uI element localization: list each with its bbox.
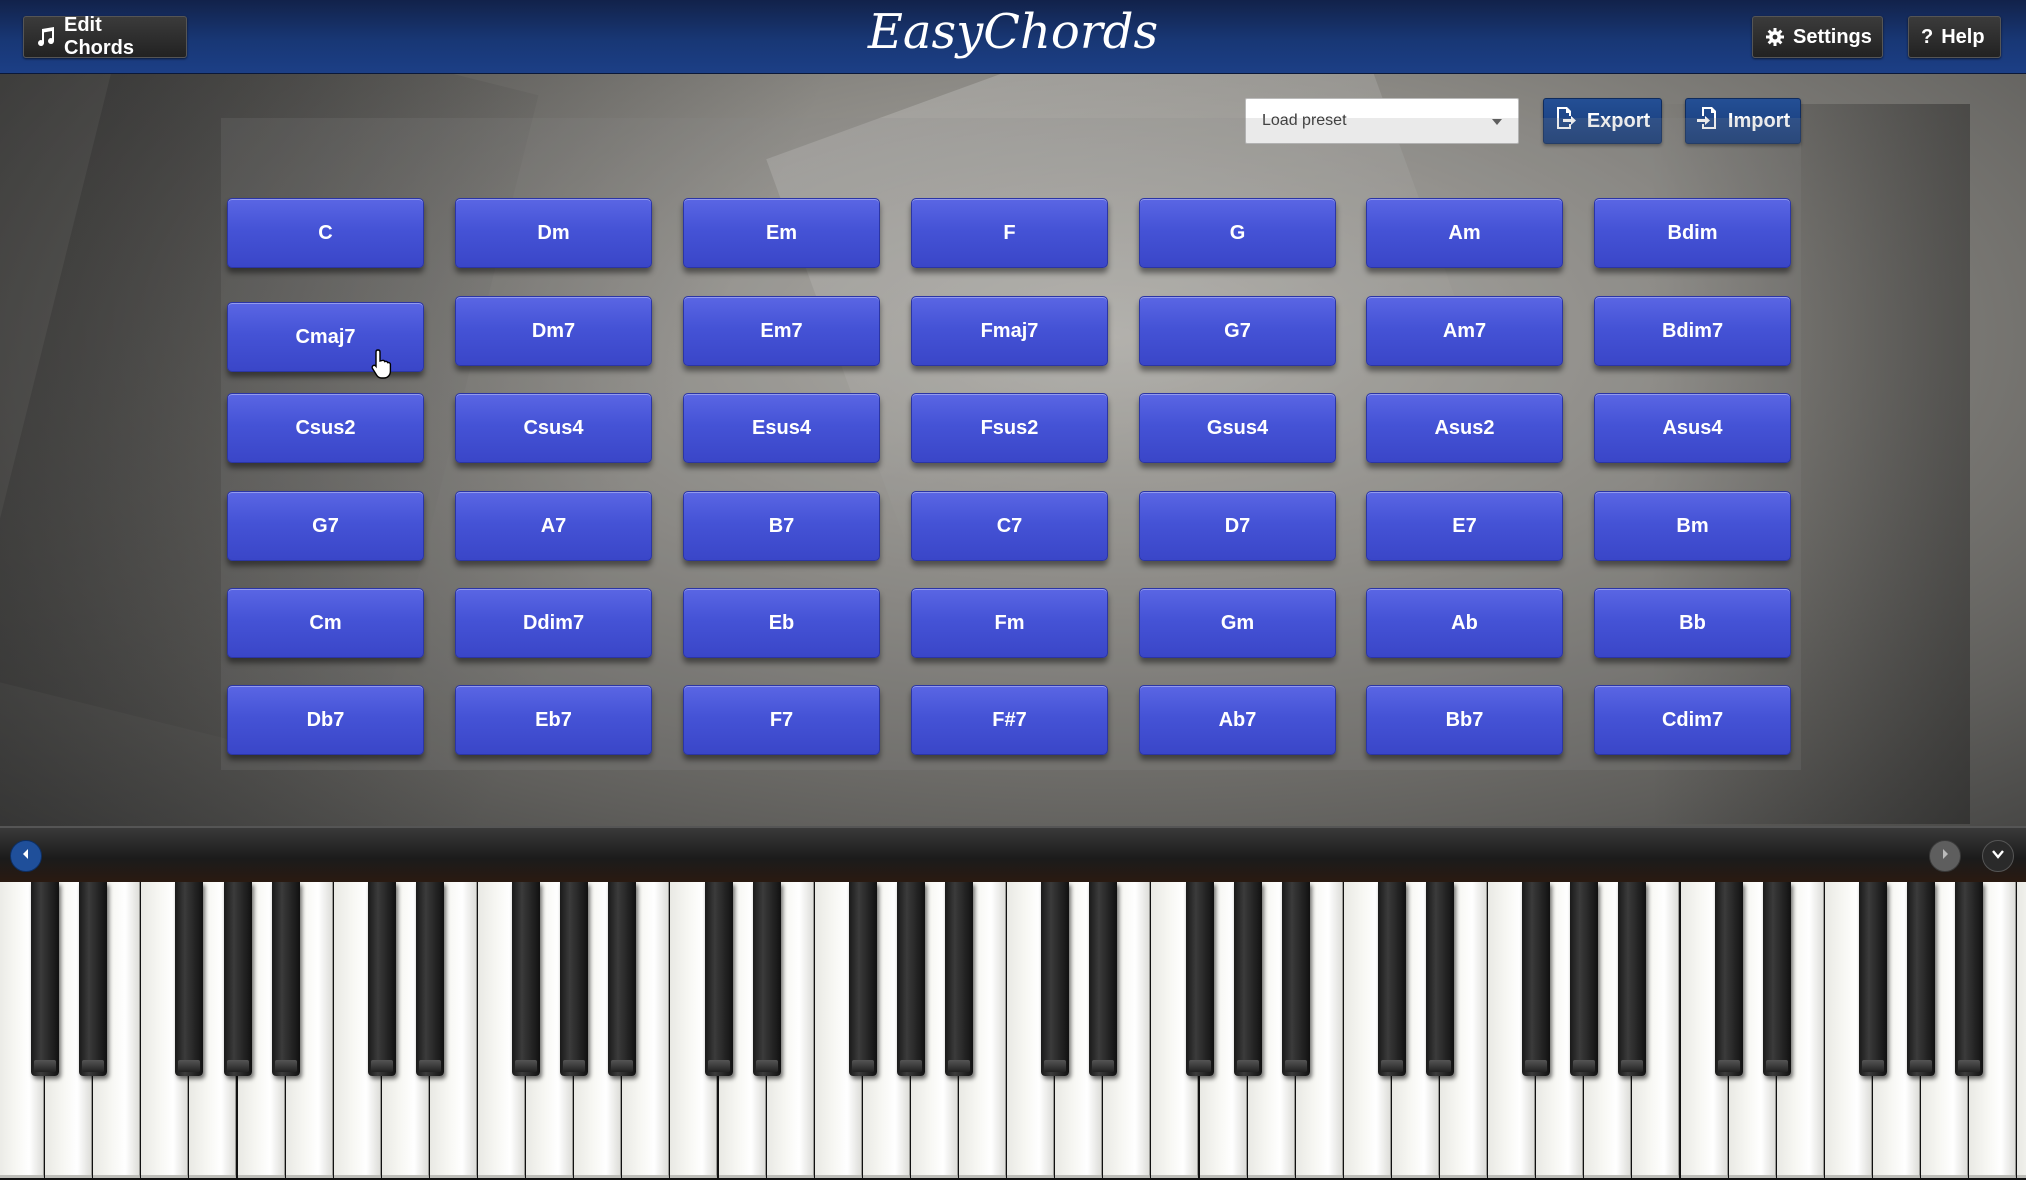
app-header: Edit Chords EasyChords Settings ? Help — [0, 0, 2026, 74]
chord-button[interactable]: G — [1139, 198, 1336, 268]
chord-button[interactable]: Ab — [1366, 588, 1563, 658]
piano-black-key[interactable] — [224, 882, 252, 1076]
piano-control-bar — [0, 826, 2026, 884]
chord-button[interactable]: B7 — [683, 491, 880, 561]
settings-button[interactable]: Settings — [1752, 16, 1883, 58]
piano-black-key[interactable] — [1955, 882, 1983, 1076]
app-title: EasyChords — [867, 4, 1159, 60]
piano-black-key[interactable] — [705, 882, 733, 1076]
help-label: Help — [1941, 25, 1985, 48]
chord-button[interactable]: Csus2 — [227, 393, 424, 463]
chord-grid: C Dm Em F G Am Bdim Cmaj7 Dm7 Em7 Fmaj7 G7 Am7 Bdim7 C… — [221, 118, 1801, 770]
piano-black-key[interactable] — [1186, 882, 1214, 1076]
settings-label: Settings — [1793, 25, 1872, 48]
chord-button[interactable]: C — [227, 198, 424, 268]
piano-black-key[interactable] — [1041, 882, 1069, 1076]
piano-black-key[interactable] — [272, 882, 300, 1076]
piano-black-key[interactable] — [1859, 882, 1887, 1076]
chord-button[interactable]: Em — [683, 198, 880, 268]
piano-black-key[interactable] — [560, 882, 588, 1076]
piano-black-key[interactable] — [1378, 882, 1406, 1076]
chord-button[interactable]: Ab7 — [1139, 685, 1336, 755]
piano-black-key[interactable] — [753, 882, 781, 1076]
chevron-down-icon — [1991, 847, 2005, 866]
chevron-right-icon — [1939, 847, 1951, 865]
chord-button[interactable]: Am7 — [1366, 296, 1563, 366]
piano-black-key[interactable] — [1907, 882, 1935, 1076]
chord-button[interactable]: Fm — [911, 588, 1108, 658]
piano-black-key[interactable] — [368, 882, 396, 1076]
piano-scroll-right-button[interactable] — [1929, 840, 1961, 872]
chord-button[interactable]: Asus2 — [1366, 393, 1563, 463]
piano-black-key[interactable] — [1522, 882, 1550, 1076]
piano-keyboard — [0, 882, 2026, 1180]
piano-collapse-button[interactable] — [1982, 840, 2014, 872]
chord-button[interactable]: D7 — [1139, 491, 1336, 561]
piano-black-key[interactable] — [512, 882, 540, 1076]
piano-black-key[interactable] — [1426, 882, 1454, 1076]
piano-black-key[interactable] — [1282, 882, 1310, 1076]
chord-button[interactable]: Fsus2 — [911, 393, 1108, 463]
piano-black-key[interactable] — [416, 882, 444, 1076]
piano-black-key[interactable] — [1763, 882, 1791, 1076]
chevron-left-icon — [20, 847, 32, 865]
chord-button[interactable]: Bm — [1594, 491, 1791, 561]
chord-button[interactable]: Cmaj7 — [227, 302, 424, 372]
chord-button[interactable]: F7 — [683, 685, 880, 755]
piano-black-key[interactable] — [31, 882, 59, 1076]
chord-button[interactable]: Eb7 — [455, 685, 652, 755]
chord-button[interactable]: Bb7 — [1366, 685, 1563, 755]
piano-black-key[interactable] — [1234, 882, 1262, 1076]
piano-white-key[interactable] — [2017, 882, 2026, 1178]
chord-button[interactable]: Fmaj7 — [911, 296, 1108, 366]
piano-black-key[interactable] — [897, 882, 925, 1076]
chord-button[interactable]: Csus4 — [455, 393, 652, 463]
chord-button[interactable]: Bb — [1594, 588, 1791, 658]
chord-button[interactable]: Ddim7 — [455, 588, 652, 658]
chord-button[interactable]: F#7 — [911, 685, 1108, 755]
chord-button[interactable]: C7 — [911, 491, 1108, 561]
chord-button[interactable]: Gm — [1139, 588, 1336, 658]
piano-black-key[interactable] — [175, 882, 203, 1076]
piano-black-key[interactable] — [1618, 882, 1646, 1076]
chord-button[interactable]: G7 — [1139, 296, 1336, 366]
piano-black-key[interactable] — [945, 882, 973, 1076]
chord-button[interactable]: Bdim — [1594, 198, 1791, 268]
chord-button[interactable]: Bdim7 — [1594, 296, 1791, 366]
chord-button[interactable]: Cm — [227, 588, 424, 658]
chord-button[interactable]: Am — [1366, 198, 1563, 268]
chord-button[interactable]: Dm — [455, 198, 652, 268]
chord-button[interactable]: E7 — [1366, 491, 1563, 561]
gear-icon — [1765, 27, 1785, 47]
chord-button[interactable]: F — [911, 198, 1108, 268]
chord-button[interactable]: Asus4 — [1594, 393, 1791, 463]
question-mark-icon: ? — [1921, 25, 1934, 48]
help-button[interactable]: ? Help — [1908, 16, 2001, 58]
piano-scroll-left-button[interactable] — [10, 840, 42, 872]
piano-black-key[interactable] — [79, 882, 107, 1076]
chord-button[interactable]: Cdim7 — [1594, 685, 1791, 755]
chord-button[interactable]: Dm7 — [455, 296, 652, 366]
piano-black-key[interactable] — [849, 882, 877, 1076]
chord-button[interactable]: Gsus4 — [1139, 393, 1336, 463]
chord-button[interactable]: Db7 — [227, 685, 424, 755]
piano-black-key[interactable] — [608, 882, 636, 1076]
piano-black-key[interactable] — [1715, 882, 1743, 1076]
chord-button[interactable]: Eb — [683, 588, 880, 658]
chord-button[interactable]: A7 — [455, 491, 652, 561]
piano-black-key[interactable] — [1570, 882, 1598, 1076]
piano-black-key[interactable] — [1089, 882, 1117, 1076]
chord-button[interactable]: G7 — [227, 491, 424, 561]
chord-button[interactable]: Em7 — [683, 296, 880, 366]
chord-button[interactable]: Esus4 — [683, 393, 880, 463]
